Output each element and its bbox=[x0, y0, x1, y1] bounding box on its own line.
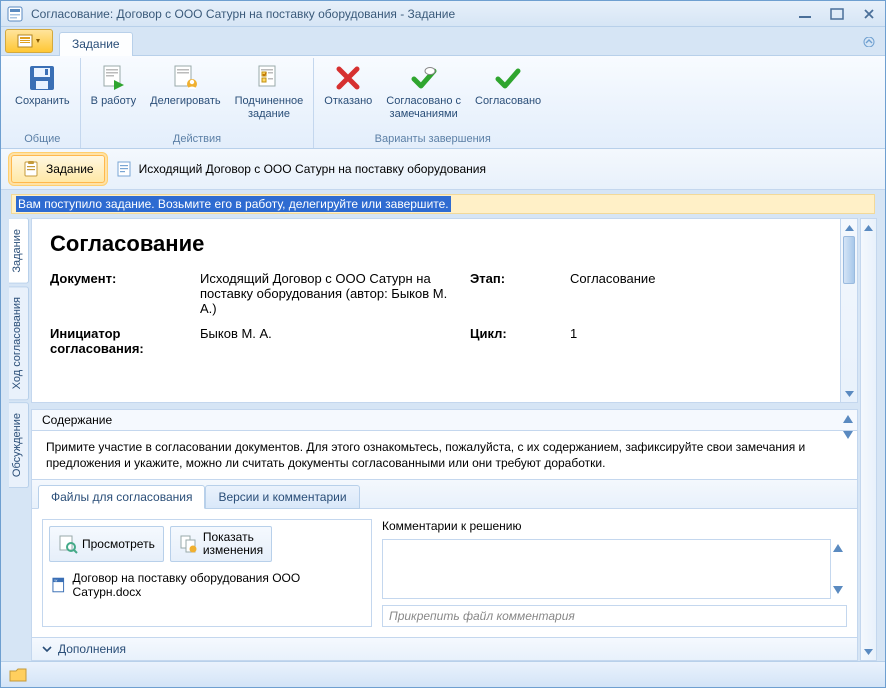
app-menu-button[interactable] bbox=[5, 29, 53, 53]
agree-button[interactable]: Согласовано bbox=[469, 58, 547, 111]
content-scroll-down[interactable] bbox=[843, 428, 853, 442]
scroll-up-button[interactable] bbox=[841, 219, 857, 236]
reject-button[interactable]: Отказано bbox=[318, 58, 378, 111]
page-title: Согласование bbox=[50, 231, 839, 257]
sidetab-progress[interactable]: Ход согласования bbox=[9, 286, 29, 400]
info-strip: Задание Исходящий Договор с ООО Сатурн н… bbox=[1, 149, 885, 190]
play-document-icon bbox=[97, 62, 129, 94]
start-button[interactable]: В работу bbox=[85, 58, 142, 111]
value-initiator: Быков М. А. bbox=[200, 326, 460, 356]
content-panel-header: Содержание bbox=[32, 410, 857, 431]
ribbon-header: Задание bbox=[1, 27, 885, 55]
outer-scrollbar[interactable] bbox=[860, 218, 877, 661]
inner-tabs: Файлы для согласования Версии и коммента… bbox=[32, 479, 857, 509]
ribbon-tab-task[interactable]: Задание bbox=[59, 32, 133, 56]
window-controls bbox=[795, 6, 879, 22]
content-scroll-up[interactable] bbox=[843, 412, 853, 426]
magnifier-icon bbox=[58, 534, 78, 554]
clipboard-icon bbox=[22, 160, 40, 178]
status-bar bbox=[1, 661, 885, 687]
ribbon-group-actions-label: Действия bbox=[85, 131, 310, 148]
comments-textarea[interactable] bbox=[382, 539, 831, 599]
agree-with-remarks-button[interactable]: Согласовано с замечаниями bbox=[380, 58, 467, 124]
expand-additions[interactable]: Дополнения bbox=[32, 637, 857, 660]
show-diff-button[interactable]: Показать изменения bbox=[170, 526, 272, 562]
comments-scroll-down[interactable] bbox=[833, 583, 847, 597]
hint-text: Вам поступило задание. Возьмите его в ра… bbox=[16, 196, 451, 212]
attach-placeholder[interactable]: Прикрепить файл комментария bbox=[382, 605, 847, 627]
label-document: Документ: bbox=[50, 271, 190, 316]
label-initiator: Инициатор согласования: bbox=[50, 326, 190, 356]
sidetab-discussion[interactable]: Обсуждение bbox=[9, 402, 29, 488]
content-body: Примите участие в согласовании документо… bbox=[32, 431, 857, 479]
diff-icon bbox=[179, 534, 199, 554]
label-cycle: Цикл: bbox=[470, 326, 560, 356]
check-icon bbox=[492, 62, 524, 94]
tab-versions[interactable]: Версии и комментарии bbox=[205, 485, 359, 509]
view-file-button[interactable]: Просмотреть bbox=[49, 526, 164, 562]
comments-label: Комментарии к решению bbox=[382, 519, 847, 533]
hint-bar: Вам поступило задание. Возьмите его в ра… bbox=[11, 194, 875, 214]
value-cycle: 1 bbox=[570, 326, 730, 356]
ribbon-collapse-toggle[interactable] bbox=[861, 35, 877, 49]
side-tabs: Задание Ход согласования Обсуждение bbox=[9, 218, 29, 661]
form-scrollbar[interactable] bbox=[840, 219, 857, 402]
main-area: Задание Ход согласования Обсуждение Согл… bbox=[9, 218, 877, 661]
chevron-down-icon bbox=[42, 644, 52, 654]
tab-files[interactable]: Файлы для согласования bbox=[38, 485, 205, 509]
content-panel: Содержание Примите участие в согласовани… bbox=[31, 409, 858, 661]
ribbon-group-completion-label: Варианты завершения bbox=[318, 131, 547, 148]
form-panel: Согласование Документ: Исходящий Договор… bbox=[31, 218, 858, 403]
save-icon bbox=[26, 62, 58, 94]
sidetab-task[interactable]: Задание bbox=[9, 218, 29, 284]
titlebar: Согласование: Договор с ООО Сатурн на по… bbox=[1, 1, 885, 27]
label-stage: Этап: bbox=[470, 271, 560, 316]
app-icon bbox=[7, 6, 23, 22]
outer-scroll-up[interactable] bbox=[861, 219, 876, 236]
ribbon: Сохранить Общие В работу Делегировать По… bbox=[1, 55, 885, 149]
save-button[interactable]: Сохранить bbox=[9, 58, 76, 111]
delegate-icon bbox=[169, 62, 201, 94]
task-pill-label: Задание bbox=[46, 162, 94, 176]
close-button[interactable] bbox=[859, 6, 879, 22]
svg-text:W: W bbox=[54, 578, 57, 582]
app-window: Согласование: Договор с ООО Сатурн на по… bbox=[0, 0, 886, 688]
task-pill-button[interactable]: Задание bbox=[11, 155, 105, 183]
value-document: Исходящий Договор с ООО Сатурн на постав… bbox=[200, 271, 460, 316]
maximize-button[interactable] bbox=[827, 6, 847, 22]
scroll-down-button[interactable] bbox=[841, 385, 857, 402]
subtask-icon bbox=[253, 62, 285, 94]
scroll-thumb[interactable] bbox=[843, 236, 855, 284]
file-item[interactable]: W Договор на поставку оборудования ООО С… bbox=[49, 568, 365, 602]
window-title: Согласование: Договор с ООО Сатурн на по… bbox=[27, 7, 795, 21]
folder-icon bbox=[9, 668, 27, 682]
comments-column: Комментарии к решению Прикрепить файл ко… bbox=[382, 519, 847, 627]
reject-icon bbox=[332, 62, 364, 94]
ribbon-group-completion: Отказано Согласовано с замечаниями Согла… bbox=[314, 58, 551, 148]
minimize-button[interactable] bbox=[795, 6, 815, 22]
info-document[interactable]: Исходящий Договор с ООО Сатурн на постав… bbox=[115, 160, 486, 178]
inner-tabs-body: Просмотреть Показать изменения W Договор… bbox=[32, 509, 857, 637]
subtask-button[interactable]: Подчиненное задание bbox=[229, 58, 310, 124]
docx-icon: W bbox=[51, 577, 67, 593]
ribbon-group-common: Сохранить Общие bbox=[5, 58, 81, 148]
ribbon-group-common-label: Общие bbox=[9, 131, 76, 148]
document-icon bbox=[115, 160, 133, 178]
value-stage: Согласование bbox=[570, 271, 730, 316]
delegate-button[interactable]: Делегировать bbox=[144, 58, 227, 111]
comments-scroll-up[interactable] bbox=[833, 541, 847, 555]
outer-scroll-down[interactable] bbox=[861, 643, 876, 660]
check-note-icon bbox=[408, 62, 440, 94]
files-column: Просмотреть Показать изменения W Договор… bbox=[42, 519, 372, 627]
ribbon-group-actions: В работу Делегировать Подчиненное задани… bbox=[81, 58, 315, 148]
